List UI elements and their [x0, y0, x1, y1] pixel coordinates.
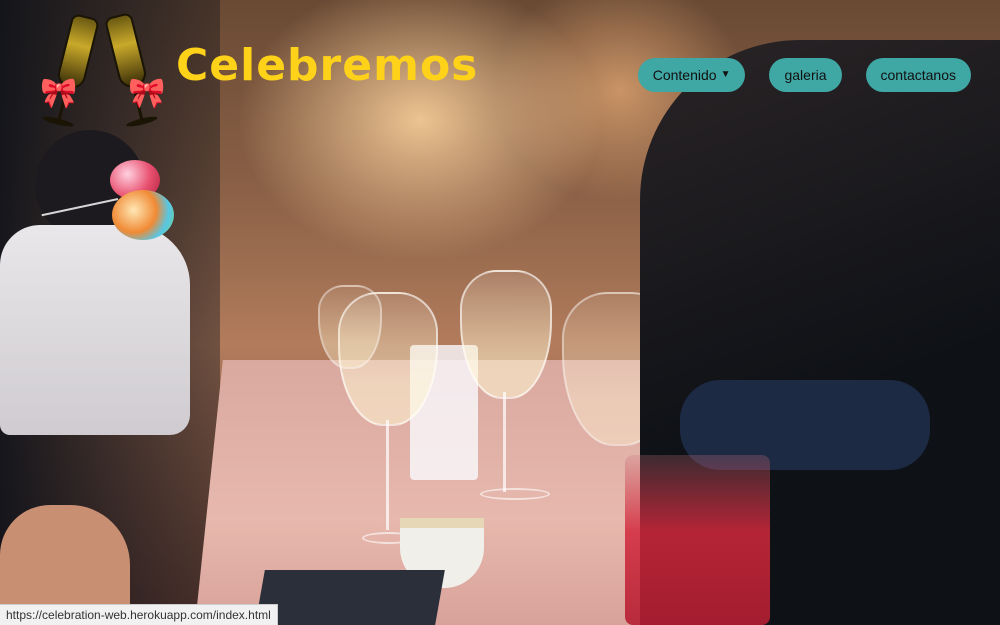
bow-icon: 🎀 [128, 77, 166, 110]
nav-contactanos-button[interactable]: contactanos [865, 58, 971, 92]
wine-glass-stem [503, 392, 506, 492]
nav-contenido-button[interactable]: Contenido ▼ [637, 58, 746, 92]
photo-shadow [640, 0, 1000, 625]
nav-contactanos-label: contactanos [880, 67, 957, 83]
site-brand[interactable]: Celebremos [176, 40, 478, 91]
nav-contenido-label: Contenido [652, 67, 717, 83]
balloon-string [41, 198, 119, 217]
chevron-down-icon: ▼ [720, 68, 731, 80]
balloon-multicolor [112, 190, 174, 240]
wine-glass-stem [386, 420, 389, 530]
champagne-glasses-icon: 🎀 🎀 [28, 11, 178, 139]
status-bar-url: https://celebration-web.herokuapp.com/in… [0, 604, 278, 625]
photo-person [0, 225, 190, 435]
nav-galeria-label: galeria [784, 67, 827, 83]
wine-glass-base [480, 488, 550, 500]
champagne-glass-left [36, 11, 104, 137]
nav-galeria-button[interactable]: galeria [769, 58, 842, 92]
snack-plate-image [255, 570, 445, 625]
champagne-glass-right [96, 11, 164, 137]
main-nav: Contenido ▼ galeria contactanos [637, 58, 971, 92]
balloons-icon [40, 158, 175, 243]
bow-icon: 🎀 [40, 77, 78, 110]
